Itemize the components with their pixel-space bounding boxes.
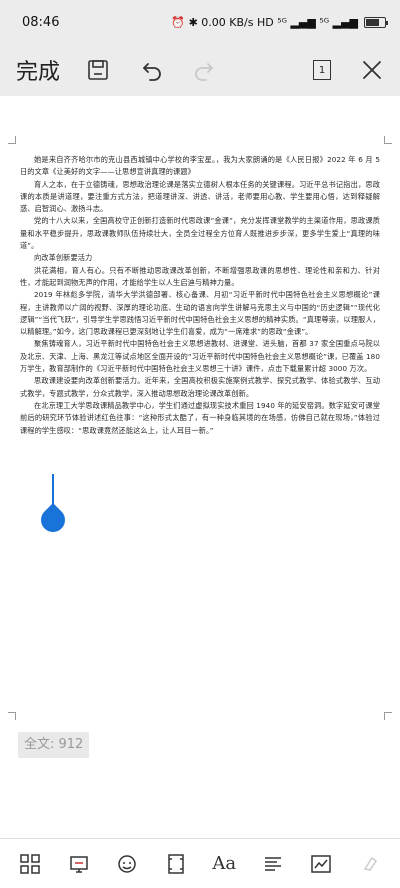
battery-icon [364,16,388,28]
paragraph[interactable]: 在北京理工大学思政课精品教学中心，学生们通过虚拟现实技术重回 1940 年的延安… [20,400,380,437]
word-count-badge: 全文: 912 [18,732,90,758]
paragraph[interactable]: 思政课建设要向改革创新要活力。近年来，全国高校积极实施案例式教学、探究式教学、体… [20,375,380,400]
paragraph[interactable]: 聚焦铸魂育人，习近平新时代中国特色社会主义思想进教材、进课堂、进头脑，首都 37… [20,338,380,375]
margin-corner-bottom-right [384,712,392,720]
font-icon[interactable]: Aa [209,849,239,879]
margin-corner-top-left [8,136,16,144]
bottom-toolbar: Aa [0,838,400,888]
chart-icon[interactable] [306,849,336,879]
cursor-handle[interactable] [36,503,70,537]
grid-icon[interactable] [15,849,45,879]
paragraph[interactable]: 2019 年林彪多学院，清华大学洪德部署、核心备课、月初“习近平新时代中国特色社… [20,289,380,338]
status-indicators: ⏰ ✱ 0.00 KB/s HD ⁵ᴳ ▂▄▆ ⁵ᴳ ▂▄▆ [171,15,388,29]
status-indicator-text: ⏰ ✱ 0.00 KB/s HD ⁵ᴳ ▂▄▆ ⁵ᴳ ▂▄▆ [171,15,358,29]
paragraph[interactable]: 育人之本，在于立德铸魂，思想政治理论课是落实立德树人根本任务的关键课程。习近平总… [20,179,380,216]
document-canvas[interactable]: 她是来自齐齐哈尔市的克山县西城镇中心学校的李宝星。，我为大家朗诵的是《人民日报》… [0,96,400,776]
presentation-icon[interactable] [64,849,94,879]
voice-icon[interactable] [112,849,142,879]
paragraph[interactable]: 向改革创新要活力 [20,252,380,264]
clear-icon [355,849,385,879]
document-body[interactable]: 她是来自齐齐哈尔市的克山县西城镇中心学校的李宝星。，我为大家朗诵的是《人民日报》… [20,154,380,437]
margin-corner-top-right [384,136,392,144]
redo-icon[interactable] [188,54,220,86]
status-time: 08:46 [22,14,60,30]
save-icon[interactable] [82,54,114,86]
margin-corner-bottom-left [8,712,16,720]
editor-toolbar: 完成 1 [0,44,400,96]
paragraph[interactable]: 党的十八大以来，全国高校守正创新打造新时代思政课“金课”，充分发挥课堂教学的主渠… [20,215,380,252]
close-icon[interactable] [356,54,388,86]
pages-icon[interactable]: 1 [306,54,338,86]
page-count: 1 [313,60,331,80]
page-layout-icon[interactable] [161,849,191,879]
done-button[interactable]: 完成 [16,54,60,86]
paragraph[interactable]: 洪花满相，育人有心。只有不断推动思政课改革创新，不断增强思政课的思想性、理论性和… [20,265,380,290]
status-bar: 08:46 ⏰ ✱ 0.00 KB/s HD ⁵ᴳ ▂▄▆ ⁵ᴳ ▂▄▆ [0,0,400,44]
paragraph[interactable]: 她是来自齐齐哈尔市的克山县西城镇中心学校的李宝星。，我为大家朗诵的是《人民日报》… [20,154,380,179]
undo-icon[interactable] [136,54,168,86]
paragraph-icon[interactable] [258,849,288,879]
